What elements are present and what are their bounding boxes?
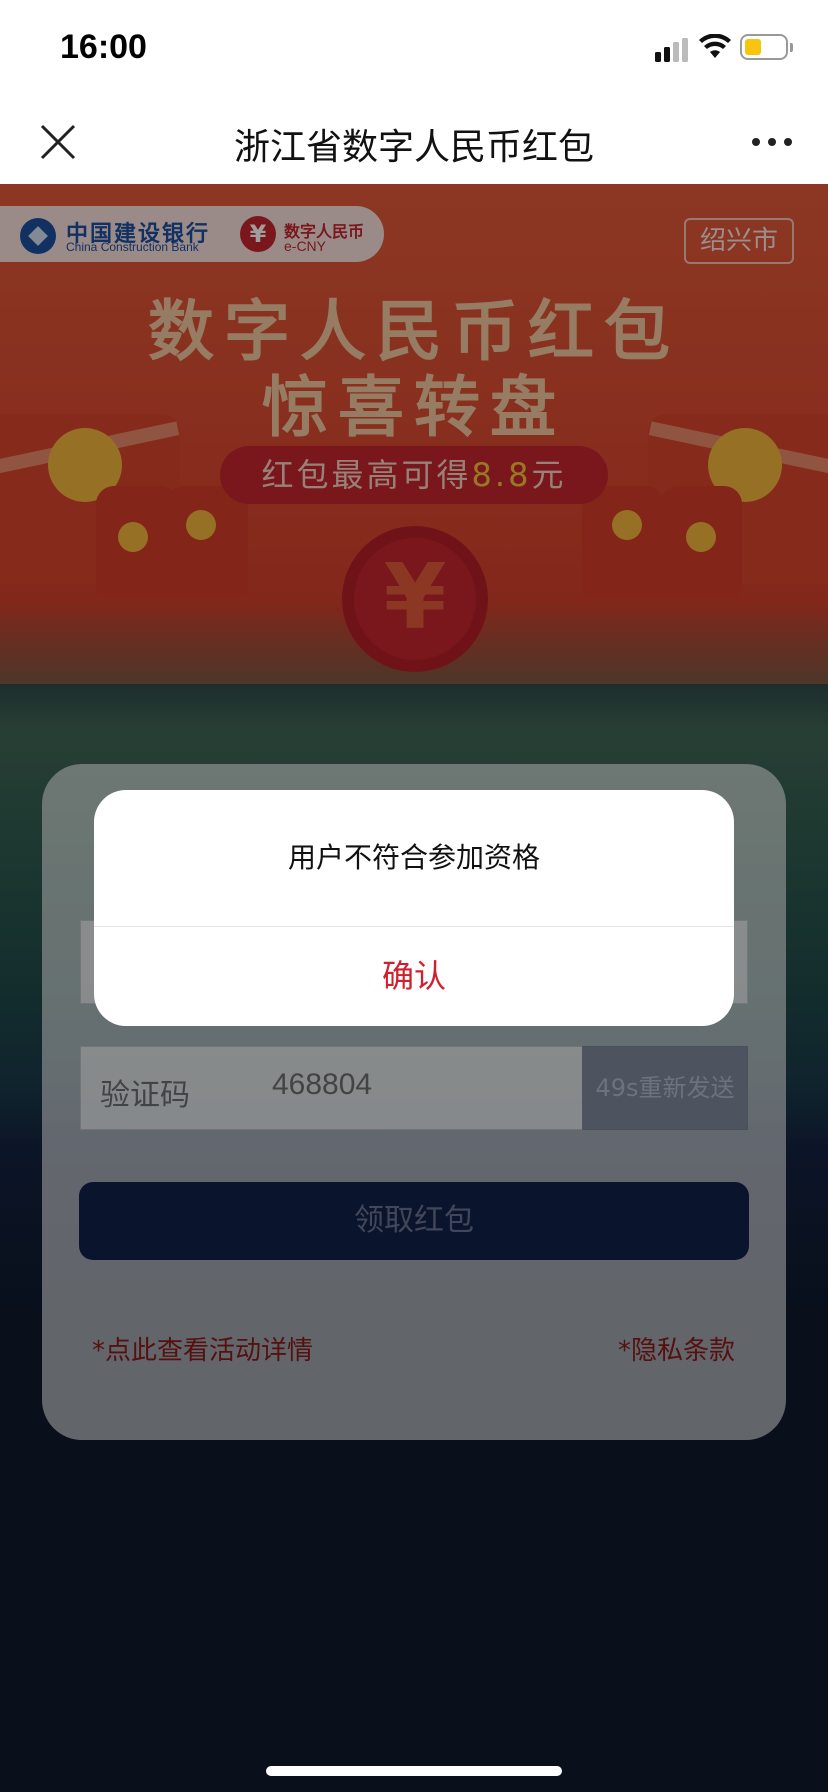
battery-tip — [790, 43, 793, 52]
status-bar: 16:00 — [0, 0, 828, 100]
dialog-message: 用户不符合参加资格 — [287, 841, 540, 874]
alert-dialog: 用户不符合参加资格 确认 — [94, 790, 734, 1026]
wifi-icon — [699, 34, 731, 58]
status-time: 16:00 — [60, 28, 147, 66]
confirm-button[interactable]: 确认 — [94, 927, 734, 1026]
battery-icon — [740, 34, 788, 60]
cellular-signal-icon — [655, 38, 688, 62]
navbar: 浙江省数字人民币红包 — [0, 100, 828, 184]
home-indicator[interactable] — [266, 1766, 562, 1776]
more-options-icon[interactable] — [748, 126, 796, 158]
page-title: 浙江省数字人民币红包 — [233, 127, 594, 168]
